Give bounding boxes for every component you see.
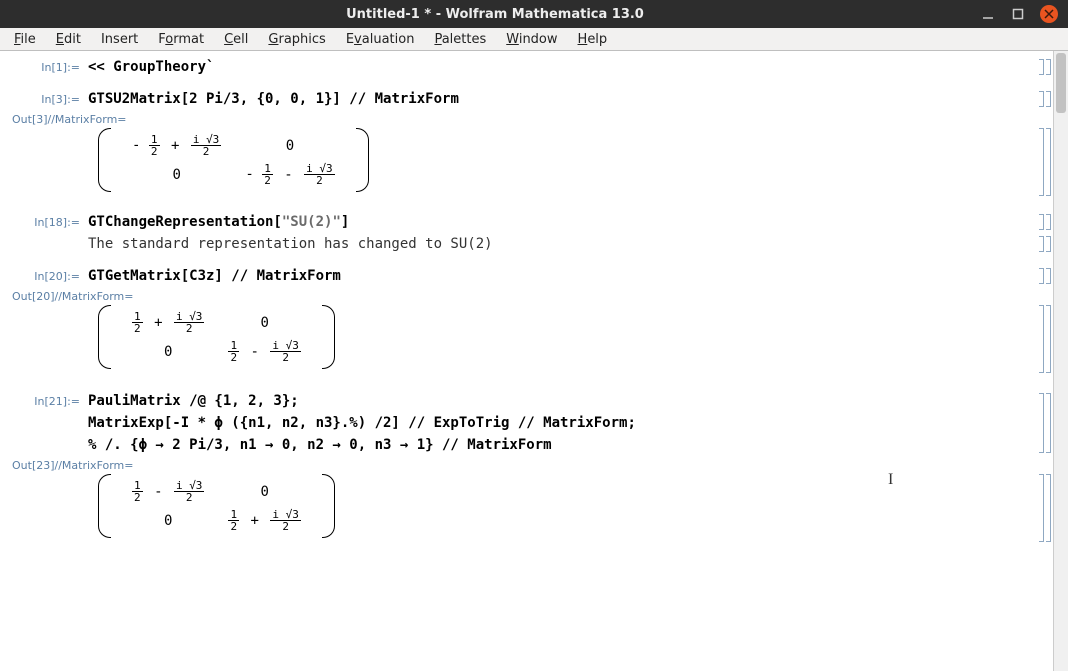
code-line: MatrixExp[-I * ϕ ({n1, n2, n3}.%) /2] //…: [88, 415, 1001, 431]
cell-bracket[interactable]: [1035, 268, 1053, 284]
cell-bracket[interactable]: [1035, 91, 1053, 107]
window-title: Untitled-1 * - Wolfram Mathematica 13.0: [10, 7, 980, 22]
matrix-output: 12 + i √32 0 0 12: [98, 305, 335, 369]
cell-label-empty: [8, 236, 88, 238]
input-cell[interactable]: GTChangeRepresentation["SU(2)"]: [88, 214, 1031, 230]
matrix-entry: 0: [228, 480, 300, 503]
menu-help[interactable]: Help: [570, 30, 616, 49]
menu-insert[interactable]: Insert: [93, 30, 146, 49]
cell-label: In[18]:=: [8, 214, 88, 229]
print-output: The standard representation has changed …: [88, 236, 1031, 252]
matrix-entry: 0: [245, 134, 334, 157]
string-literal: "SU(2)": [282, 214, 341, 230]
input-cell[interactable]: GTGetMatrix[C3z] // MatrixForm: [88, 268, 1031, 284]
menu-file[interactable]: File: [6, 30, 44, 49]
close-icon[interactable]: [1040, 5, 1058, 23]
matrix-output: 12 - i √32 0 0 12: [98, 474, 335, 538]
code-text: [2 Pi/3, {0, 0, 1}]: [181, 91, 341, 107]
output-label: Out[20]//MatrixForm=: [12, 290, 1053, 303]
notebook-content[interactable]: In[1]:= << GroupTheory` In[3]:= GTSU2Mat…: [0, 51, 1053, 671]
code-text: GTChangeRepresentation[: [88, 214, 282, 230]
menu-cell[interactable]: Cell: [216, 30, 256, 49]
cell-label-empty: [8, 128, 88, 130]
menu-window[interactable]: Window: [498, 30, 565, 49]
maximize-icon[interactable]: [1010, 6, 1026, 22]
input-cell[interactable]: GTSU2Matrix[2 Pi/3, {0, 0, 1}] // Matrix…: [88, 91, 1031, 107]
op: +: [151, 315, 165, 331]
cell-label: In[20]:=: [8, 268, 88, 283]
matrix-entry: 0: [132, 509, 204, 532]
notebook-area: In[1]:= << GroupTheory` In[3]:= GTSU2Mat…: [0, 51, 1068, 671]
input-cell[interactable]: PauliMatrix /@ {1, 2, 3}; MatrixExp[-I *…: [88, 393, 1031, 453]
matrix-entry: 0: [132, 163, 221, 186]
vertical-scrollbar[interactable]: [1053, 51, 1068, 671]
cell-bracket[interactable]: [1035, 393, 1053, 453]
menu-edit[interactable]: Edit: [48, 30, 89, 49]
cell-bracket[interactable]: [1035, 59, 1053, 75]
op: -: [151, 484, 165, 500]
menu-evaluation[interactable]: Evaluation: [338, 30, 423, 49]
code-text: // MatrixForm: [341, 91, 459, 107]
sign: -: [245, 167, 253, 183]
code-line: PauliMatrix /@ {1, 2, 3};: [88, 393, 1001, 409]
cell-label-empty: [8, 305, 88, 307]
input-cell[interactable]: << GroupTheory`: [88, 59, 1031, 75]
op: +: [168, 138, 182, 154]
menu-graphics[interactable]: Graphics: [260, 30, 333, 49]
cell-bracket[interactable]: [1035, 214, 1053, 230]
cell-label: In[21]:=: [8, 393, 88, 408]
cell-label: In[1]:=: [8, 59, 88, 74]
menu-palettes[interactable]: Palettes: [426, 30, 494, 49]
op: -: [281, 167, 295, 183]
menu-format[interactable]: Format: [150, 30, 212, 49]
code-line: % /. {ϕ → 2 Pi/3, n1 → 0, n2 → 0, n3 → 1…: [88, 437, 1001, 453]
code-text: GTSU2Matrix: [88, 91, 181, 107]
matrix-output: - 12 + i √32 0 0 -: [98, 128, 369, 192]
cell-bracket[interactable]: [1035, 236, 1053, 252]
code-text: ]: [341, 214, 349, 230]
output-label: Out[3]//MatrixForm=: [12, 113, 1053, 126]
sign: -: [132, 138, 140, 154]
op: +: [248, 513, 262, 529]
output-cell[interactable]: 12 + i √32 0 0 12: [88, 305, 1031, 373]
text-cursor-icon: I: [888, 471, 893, 489]
output-cell[interactable]: - 12 + i √32 0 0 -: [88, 128, 1031, 196]
cell-bracket[interactable]: [1035, 474, 1053, 542]
cell-label-empty: [8, 474, 88, 476]
minimize-icon[interactable]: [980, 6, 996, 22]
cell-label: In[3]:=: [8, 91, 88, 106]
menubar: File Edit Insert Format Cell Graphics Ev…: [0, 28, 1068, 51]
output-label: Out[23]//MatrixForm=: [12, 459, 1053, 472]
matrix-entry: 0: [228, 311, 300, 334]
cell-bracket[interactable]: [1035, 128, 1053, 196]
scrollbar-thumb[interactable]: [1056, 53, 1066, 113]
matrix-entry: 0: [132, 340, 204, 363]
cell-bracket[interactable]: [1035, 305, 1053, 373]
titlebar: Untitled-1 * - Wolfram Mathematica 13.0: [0, 0, 1068, 28]
op: -: [248, 344, 262, 360]
